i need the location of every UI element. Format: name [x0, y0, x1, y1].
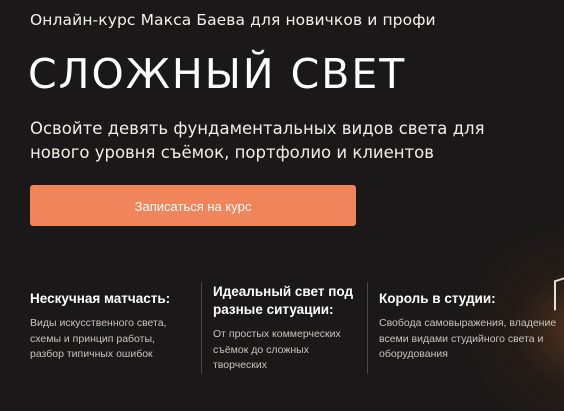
course-eyebrow: Онлайн-курс Макса Баева для новичков и п… [30, 11, 436, 29]
feature-divider [201, 282, 202, 374]
feature-title: Нескучная матчасть: [30, 291, 171, 306]
feature-title: Идеальный свет под разные ситуации: [213, 284, 354, 317]
feature-studio: Король в студии: Свобода самовыражения, … [379, 290, 559, 363]
feature-theory: Нескучная матчасть: Виды искусственного … [30, 290, 190, 363]
course-subtitle: Освойте девять фундаментальных видов све… [30, 119, 485, 162]
course-title: СЛОЖНЫЙ СВЕТ [28, 50, 407, 98]
feature-text: Виды искусственного света, схемы и принц… [30, 317, 167, 360]
enroll-button[interactable]: Записаться на курс [30, 185, 356, 226]
course-hero: Онлайн-курс Макса Баева для новичков и п… [0, 0, 564, 411]
feature-title: Король в студии: [379, 291, 496, 306]
feature-text: Свобода самовыражения, владение всеми ви… [379, 317, 557, 360]
feature-divider [367, 282, 368, 374]
feature-situations: Идеальный свет под разные ситуации: От п… [213, 283, 363, 374]
feature-text: От простых коммерческих съёмок до сложны… [213, 328, 341, 371]
